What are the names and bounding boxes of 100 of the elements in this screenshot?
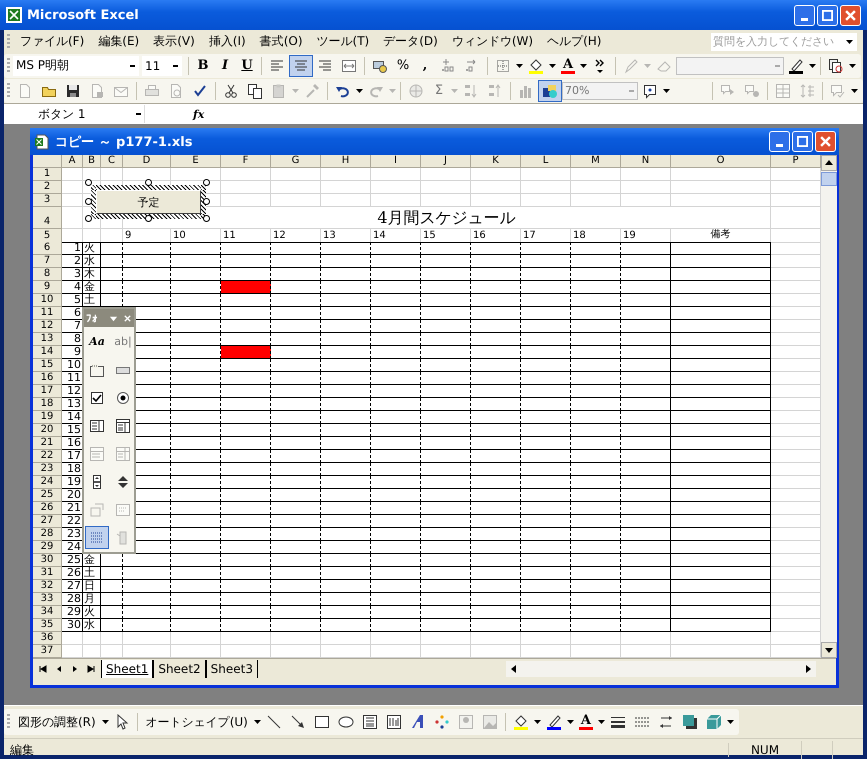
selection-frame[interactable]: 予定	[91, 185, 206, 219]
row-header[interactable]: 7	[33, 255, 62, 268]
column-header[interactable]: G	[271, 155, 321, 168]
row-header[interactable]: 37	[33, 645, 62, 658]
row-header[interactable]: 19	[33, 411, 62, 424]
day-number: 29	[62, 606, 83, 619]
menu-item[interactable]: 表示(V)	[146, 33, 202, 50]
toolbar-button[interactable]: U	[236, 54, 258, 76]
weekday: 木	[83, 268, 101, 281]
weekday: 水	[83, 255, 101, 268]
column-header[interactable]: C	[101, 155, 123, 168]
row-header[interactable]: 34	[33, 606, 62, 619]
row-header[interactable]: 28	[33, 528, 62, 541]
column-header[interactable]: H	[321, 155, 371, 168]
row-header[interactable]: 4	[33, 207, 62, 229]
row-header[interactable]: 2	[33, 181, 62, 194]
column-header[interactable]: J	[421, 155, 471, 168]
sheet-tab[interactable]: Sheet1	[101, 660, 154, 678]
menu-item[interactable]: 編集(E)	[91, 33, 146, 50]
column-header[interactable]: F	[221, 155, 271, 168]
toolbar-button[interactable]: I	[214, 54, 236, 76]
row-header[interactable]: 33	[33, 593, 62, 606]
row-header[interactable]: 17	[33, 385, 62, 398]
toolbar-button[interactable]: ,	[414, 54, 436, 76]
column-header[interactable]: M	[571, 155, 621, 168]
column-header[interactable]: A	[62, 155, 83, 168]
column-header[interactable]: B	[83, 155, 101, 168]
row-header[interactable]: 15	[33, 359, 62, 372]
menu-item[interactable]: ウィンドウ(W)	[444, 33, 540, 50]
menu-button[interactable]: 図形の調整(R)	[13, 711, 101, 733]
menu-item[interactable]: 挿入(I)	[202, 33, 253, 50]
column-header[interactable]: P	[771, 155, 821, 168]
row-header[interactable]: 1	[33, 168, 62, 181]
menu-button[interactable]: オートシェイプ(U)	[140, 711, 253, 733]
row-header[interactable]: 3	[33, 194, 62, 207]
column-header[interactable]: L	[521, 155, 571, 168]
name-box[interactable]: ボタン 1	[4, 105, 145, 123]
day-number: 25	[62, 554, 83, 567]
menu-item[interactable]: ファイル(F)	[13, 33, 92, 50]
day-number: 3	[62, 268, 83, 281]
column-header[interactable]: I	[371, 155, 421, 168]
column-header[interactable]: O	[671, 155, 771, 168]
toolbar-button[interactable]: B	[192, 54, 214, 76]
day-number: 5	[62, 294, 83, 307]
row-header[interactable]: 21	[33, 437, 62, 450]
hour-label: 18	[571, 229, 621, 243]
column-header[interactable]: D	[123, 155, 171, 168]
help-search-field[interactable]: 質問を入力してください	[711, 32, 857, 50]
row-header[interactable]: 35	[33, 619, 62, 632]
menu-item[interactable]: 書式(O)	[252, 33, 310, 50]
font-color-button[interactable]: A	[574, 711, 597, 733]
schedule-button[interactable]: 予定	[96, 190, 201, 214]
day-number: 27	[62, 580, 83, 593]
font-color-button[interactable]: A	[557, 54, 580, 76]
row-header[interactable]: 32	[33, 580, 62, 593]
row-header[interactable]: 25	[33, 489, 62, 502]
row-header[interactable]: 27	[33, 515, 62, 528]
row-header[interactable]: 26	[33, 502, 62, 515]
weekday: 日	[83, 580, 101, 593]
row-header[interactable]: 10	[33, 294, 62, 307]
toolbar-button[interactable]: Aa	[85, 330, 109, 353]
status-indicator: NUM	[728, 743, 801, 757]
day-number: 2	[62, 255, 83, 268]
column-header[interactable]: N	[621, 155, 671, 168]
sheet-tab[interactable]: Sheet3	[206, 660, 258, 678]
day-number: 1	[62, 242, 83, 255]
sheet-tab[interactable]: Sheet2	[153, 660, 206, 678]
row-header[interactable]: 6	[33, 242, 62, 255]
day-number: 4	[62, 281, 83, 294]
row-header[interactable]: 23	[33, 463, 62, 476]
row-header[interactable]: 18	[33, 398, 62, 411]
row-header[interactable]: 9	[33, 281, 62, 294]
row-header[interactable]: 11	[33, 307, 62, 320]
column-header[interactable]: E	[171, 155, 221, 168]
row-header[interactable]: 8	[33, 268, 62, 281]
status-text: 編集	[9, 742, 34, 758]
row-header[interactable]: 14	[33, 346, 62, 359]
column-header[interactable]: K	[471, 155, 521, 168]
row-header[interactable]: 20	[33, 424, 62, 437]
hour-label: 19	[621, 229, 671, 243]
row-header[interactable]: 5	[33, 229, 62, 243]
font-size-field[interactable]: 11	[142, 56, 182, 76]
row-header[interactable]: 24	[33, 476, 62, 489]
menu-item[interactable]: ツール(T)	[310, 33, 376, 50]
row-header[interactable]: 31	[33, 567, 62, 580]
font-name-field[interactable]: MS P明朝	[13, 56, 139, 76]
row-header[interactable]: 36	[33, 632, 62, 645]
hour-label: 15	[421, 229, 471, 243]
row-header[interactable]: 12	[33, 320, 62, 333]
function-label[interactable]: fx	[193, 108, 204, 120]
menu-item[interactable]: ヘルプ(H)	[540, 33, 608, 50]
toolbar-button[interactable]: %	[392, 54, 414, 76]
row-header[interactable]: 16	[33, 372, 62, 385]
weekday: 土	[83, 567, 101, 580]
menu-item[interactable]: データ(D)	[376, 33, 445, 50]
column-heading: 備考	[671, 229, 771, 243]
row-header[interactable]: 30	[33, 554, 62, 567]
row-header[interactable]: 13	[33, 333, 62, 346]
row-header[interactable]: 22	[33, 450, 62, 463]
row-header[interactable]: 29	[33, 541, 62, 554]
